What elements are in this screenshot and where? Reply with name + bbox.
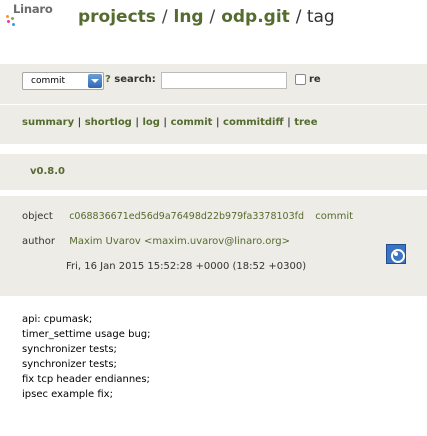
nav-summary[interactable]: summary — [22, 117, 74, 128]
search-input[interactable] — [161, 72, 287, 89]
message-line: synchronizer tests; — [22, 344, 117, 355]
object-hash-link[interactable]: c068836671ed56d9a76498d22b979fa3378103fd — [69, 211, 304, 222]
object-info: object c068836671ed56d9a76498d22b979fa33… — [0, 196, 427, 296]
author-row: author Maxim Uvarov <maxim.uvarov@linaro… — [22, 236, 290, 247]
nav-separator: | — [287, 117, 291, 128]
breadcrumb-separator: / — [161, 7, 168, 27]
tag-date: Fri, 16 Jan 2015 15:52:28 +0000 (18:52 +… — [66, 261, 307, 272]
breadcrumb-projects[interactable]: projects — [78, 7, 156, 27]
search-label-text: search: — [114, 74, 156, 85]
breadcrumb-action-tag: / tag — [295, 7, 335, 27]
logo-text: Linaro — [13, 2, 53, 16]
date-row: Fri, 16 Jan 2015 15:52:28 +0000 (18:52 +… — [66, 261, 306, 272]
logo-dot-orange — [6, 15, 9, 18]
nav-commit[interactable]: commit — [171, 117, 213, 128]
tag-message: api: cpumask; timer_settime usage bug; s… — [0, 300, 427, 436]
author-label: author — [22, 236, 55, 247]
message-line: fix tcp header endiannes; — [22, 374, 150, 385]
nav-log[interactable]: log — [142, 117, 159, 128]
nav-tree[interactable]: tree — [294, 117, 317, 128]
breadcrumb: projects / lng / odp.git / tag — [78, 7, 335, 27]
message-line: api: cpumask; — [22, 314, 93, 325]
tag-name-link[interactable]: v0.8.0 — [30, 166, 65, 177]
linaro-logo[interactable]: Linaro — [3, 2, 53, 30]
regex-label: re — [309, 74, 321, 85]
search-label: ? search: — [105, 74, 156, 85]
search-help-link[interactable]: ? — [105, 74, 111, 85]
tag-title: v0.8.0 — [0, 154, 427, 190]
object-label: object — [22, 211, 53, 222]
regex-checkbox[interactable] — [295, 74, 306, 85]
page-nav: summary | shortlog | log | commit | comm… — [0, 104, 427, 144]
nav-separator: | — [135, 117, 139, 128]
search-type-value: commit — [31, 76, 66, 86]
breadcrumb-lng[interactable]: lng — [174, 7, 204, 27]
chevron-down-icon — [88, 74, 102, 88]
message-line: timer_settime usage bug; — [22, 329, 151, 340]
search-type-select[interactable]: commit — [22, 72, 104, 90]
message-line: ipsec example fix; — [22, 389, 113, 400]
nav-commitdiff[interactable]: commitdiff — [223, 117, 284, 128]
logo-dot-green — [11, 17, 14, 20]
object-row: object c068836671ed56d9a76498d22b979fa33… — [22, 211, 353, 222]
avatar[interactable] — [386, 244, 406, 264]
nav-separator: | — [163, 117, 168, 128]
page-header: Linaro projects / lng / odp.git / tag — [0, 0, 427, 40]
nav-separator: | — [77, 117, 82, 128]
logo-dot-pink — [7, 20, 10, 23]
nav-separator: | — [215, 117, 220, 128]
nav-shortlog[interactable]: shortlog — [85, 117, 132, 128]
breadcrumb-odp-git[interactable]: odp.git — [221, 7, 290, 27]
object-commit-link[interactable]: commit — [315, 211, 353, 222]
author-link[interactable]: Maxim Uvarov <maxim.uvarov@linaro.org> — [69, 236, 290, 247]
breadcrumb-separator: / — [209, 7, 216, 27]
message-line: synchronizer tests; — [22, 359, 117, 370]
search-bar: commit ? search: re — [0, 64, 427, 104]
logo-dot-blue — [12, 23, 15, 26]
